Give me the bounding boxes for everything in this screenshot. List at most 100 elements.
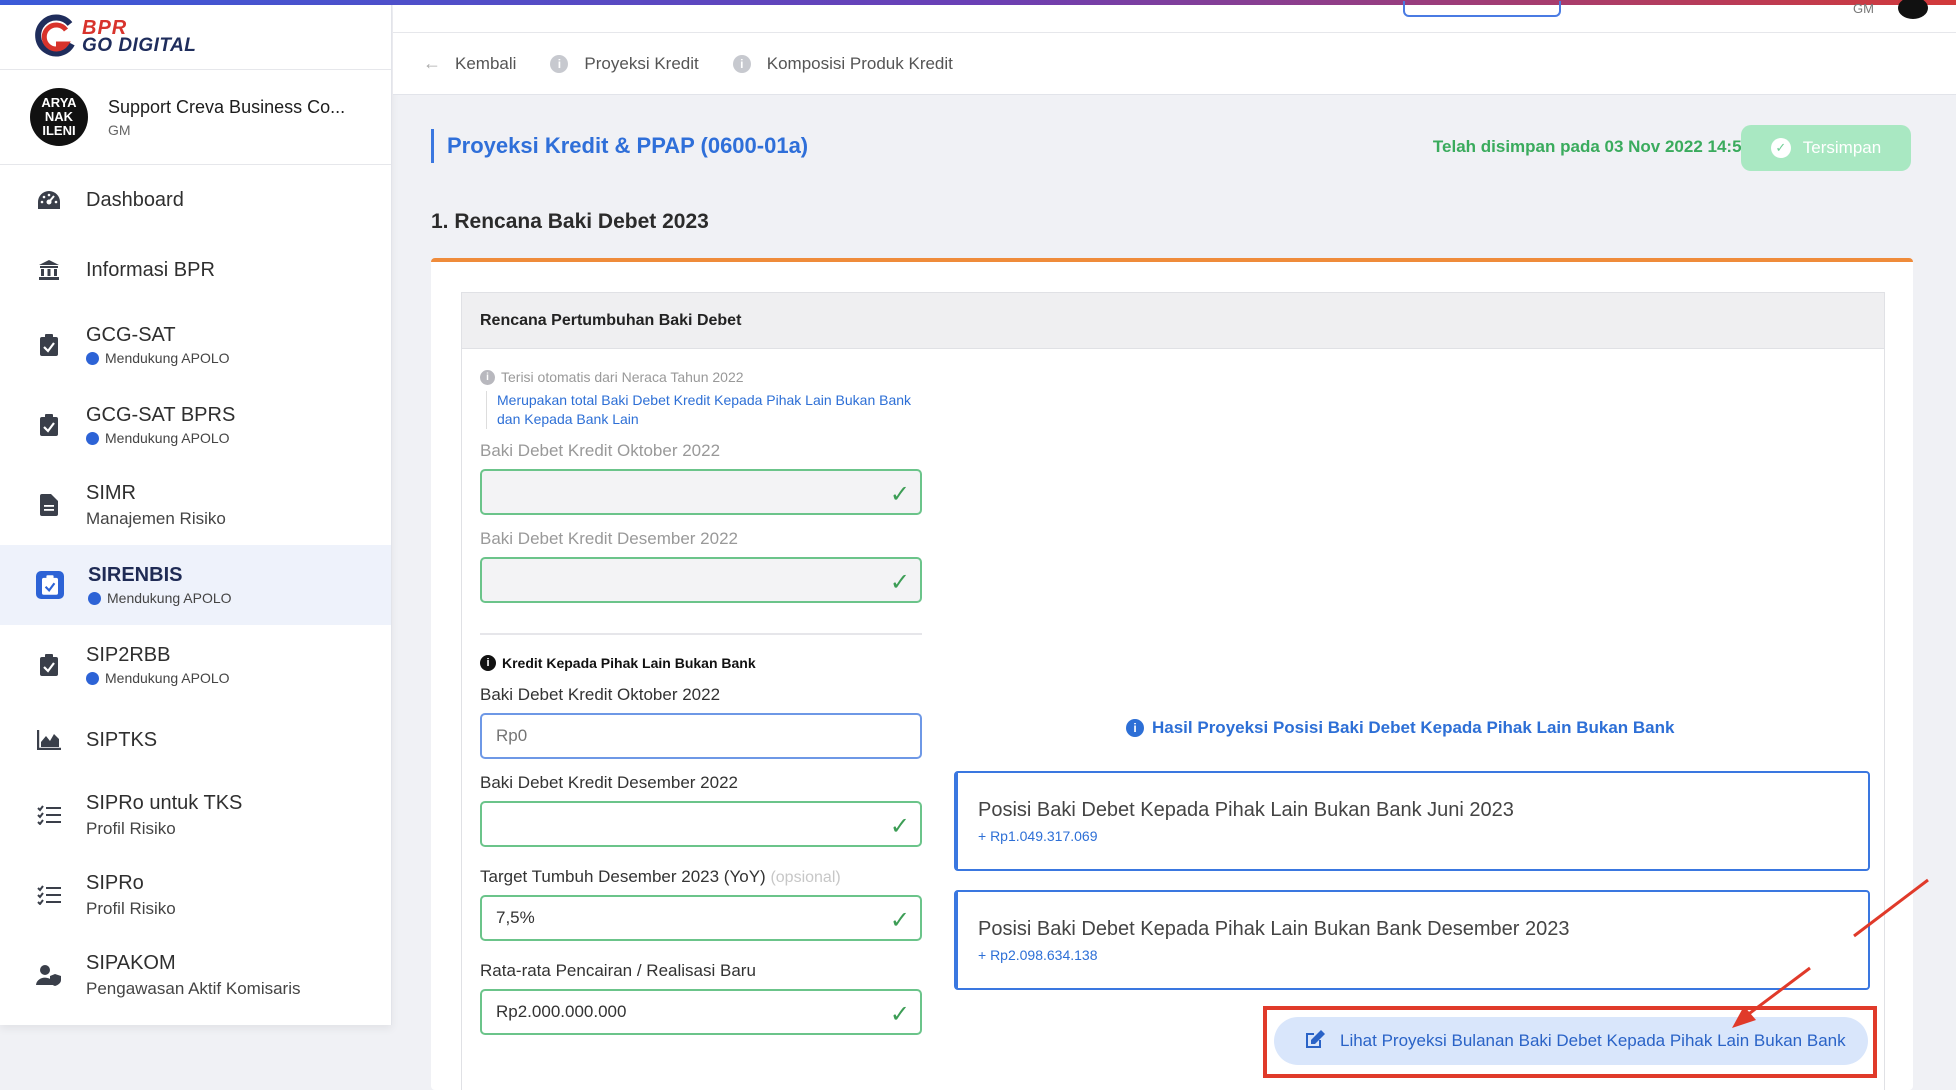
check-icon: ✓	[889, 481, 910, 508]
field-label: Rata-rata Pencairan / Realisasi Baru	[480, 961, 756, 980]
status-dot-icon	[88, 591, 101, 605]
sidebar-item-informasi-bpr[interactable]: Informasi BPR	[0, 235, 391, 305]
bank-building-icon	[36, 257, 62, 283]
clipboard-check-icon	[36, 571, 64, 599]
tab-label: Proyeksi Kredit	[584, 53, 699, 73]
checklist-icon	[36, 802, 62, 828]
optional-label: (opsional)	[770, 869, 841, 886]
user-profile[interactable]: ARYA NAK ILENI Support Creva Business Co…	[0, 70, 391, 165]
field-value: Rp2.000.000.000	[496, 1002, 627, 1021]
sidebar-item-sip2rbb[interactable]: SIP2RBB Mendukung APOLO	[0, 625, 391, 705]
target-label: Target Tumbuh Desember 2023 (YoY)	[480, 867, 766, 886]
sidebar-item-dashboard[interactable]: Dashboard	[0, 165, 391, 235]
kredit-subheading: i Kredit Kepada Pihak Lain Bukan Bank	[480, 655, 922, 671]
area-chart-icon	[36, 727, 62, 753]
info-icon: i	[1126, 719, 1144, 737]
sidebar-item-label: Dashboard	[86, 188, 184, 211]
sidebar-item-label: SIMR	[86, 481, 136, 504]
sidebar-item-sub: Manajemen Risiko	[86, 508, 226, 528]
projection-title: Posisi Baki Debet Kepada Pihak Lain Buka…	[978, 918, 1570, 940]
divider	[480, 633, 922, 635]
info-icon: i	[480, 369, 495, 385]
auto-fill-hint-text: Terisi otomatis dari Neraca Tahun 2022	[501, 369, 744, 385]
sidebar-item-siptks[interactable]: SIPTKS	[0, 705, 391, 775]
saved-button[interactable]: ✓ Tersimpan	[1741, 125, 1911, 171]
sidebar-item-label: GCG-SAT	[86, 324, 176, 346]
growth-panel: Rencana Pertumbuhan Baki Debet i Terisi …	[461, 292, 1885, 1090]
tab-proyeksi-kredit[interactable]: i Proyeksi Kredit	[550, 53, 699, 74]
clipboard-check-icon	[36, 332, 62, 358]
baki-debet-okt-input[interactable]	[480, 713, 922, 759]
top-action-button[interactable]	[1403, 1, 1561, 17]
page-header: Proyeksi Kredit & PPAP (0600-01a) Telah …	[431, 125, 1911, 173]
check-circle-icon: ✓	[1770, 138, 1791, 158]
logo-swirl-icon	[32, 14, 78, 60]
rata-pencairan-input[interactable]: Rp2.000.000.000 ✓	[480, 989, 922, 1035]
page-title: Proyeksi Kredit & PPAP (0600-01a)	[447, 133, 809, 158]
section-title: 1. Rencana Baki Debet 2023	[431, 210, 709, 233]
sidebar-item-simr[interactable]: SIMR Manajemen Risiko	[0, 465, 391, 545]
sidebar-item-gcg-sat-bprs[interactable]: GCG-SAT BPRS Mendukung APOLO	[0, 385, 391, 465]
user-name: Support Creva Business Co...	[108, 96, 346, 117]
breadcrumb: ← Kembali i Proyeksi Kredit i Komposisi …	[393, 33, 1956, 95]
apolo-badge-text: Mendukung APOLO	[105, 350, 230, 366]
logo-text-bottom: GO DIGITAL	[82, 35, 197, 56]
sidebar-item-gcg-sat[interactable]: GCG-SAT Mendukung APOLO	[0, 305, 391, 385]
sidebar-item-label: SIPRo untuk TKS	[86, 791, 243, 814]
sidebar-item-sipro-tks[interactable]: SIPRo untuk TKS Profil Risiko	[0, 775, 391, 855]
field-label: Target Tumbuh Desember 2023 (YoY) (opsio…	[480, 867, 922, 887]
check-icon: ✓	[889, 1001, 910, 1028]
topbar-user-role: GM	[1853, 1, 1874, 16]
title-accent-bar	[431, 129, 434, 163]
check-icon: ✓	[889, 813, 910, 840]
sidebar-item-sipakom[interactable]: SIPAKOM Pengawasan Aktif Komisaris	[0, 935, 391, 1015]
target-growth-input[interactable]: 7,5% ✓	[480, 895, 922, 941]
sidebar-nav: Dashboard Informasi BPR GCG-SAT Mendukun…	[0, 165, 391, 1015]
kredit-subheading-text: Kredit Kepada Pihak Lain Bukan Bank	[502, 655, 756, 671]
baki-debet-des-input[interactable]: ✓	[480, 801, 922, 847]
field-label: Baki Debet Kredit Desember 2022	[480, 773, 738, 792]
check-icon: ✓	[889, 907, 910, 934]
tab-label: Komposisi Produk Kredit	[766, 53, 953, 73]
top-bar: GM	[393, 0, 1956, 33]
field-label: Baki Debet Kredit Oktober 2022	[480, 685, 721, 704]
sidebar-item-label: Informasi BPR	[86, 258, 215, 281]
apolo-badge: Mendukung APOLO	[86, 350, 230, 366]
checklist-icon	[36, 882, 62, 908]
plan-card: Rencana Pertumbuhan Baki Debet i Terisi …	[431, 258, 1913, 1090]
check-icon: ✓	[889, 569, 910, 596]
back-link[interactable]: ← Kembali	[423, 53, 516, 74]
form-column: i Terisi otomatis dari Neraca Tahun 2022…	[480, 369, 922, 1035]
auto-fill-note: Merupakan total Baki Debet Kredit Kepada…	[486, 391, 916, 429]
clipboard-check-icon	[36, 412, 62, 438]
panel-title: Rencana Pertumbuhan Baki Debet	[462, 293, 1884, 349]
user-role: GM	[108, 121, 131, 138]
arrow-left-icon: ←	[423, 53, 441, 73]
status-dot-icon	[86, 431, 99, 445]
sidebar-item-sirenbis[interactable]: SIRENBIS Mendukung APOLO	[0, 545, 391, 625]
projection-box-juni: Posisi Baki Debet Kepada Pihak Lain Buka…	[954, 771, 1870, 871]
saved-button-label: Tersimpan	[1802, 138, 1882, 157]
sidebar-item-label: GCG-SAT BPRS	[86, 404, 236, 426]
app-logo[interactable]: BPR GO DIGITAL	[0, 5, 391, 70]
edit-icon	[1304, 1029, 1326, 1054]
topbar-avatar[interactable]	[1898, 0, 1928, 19]
apolo-badge: Mendukung APOLO	[86, 430, 235, 446]
result-heading-text: Hasil Proyeksi Posisi Baki Debet Kepada …	[1152, 718, 1675, 737]
field-value: 7,5%	[496, 908, 535, 927]
status-dot-icon	[86, 671, 99, 685]
field-label: Baki Debet Kredit Desember 2022	[480, 529, 738, 548]
info-icon: i	[550, 54, 569, 73]
main-content: GM ← Kembali i Proyeksi Kredit i Komposi…	[393, 0, 1956, 1090]
tab-komposisi-produk-kredit[interactable]: i Komposisi Produk Kredit	[732, 53, 953, 74]
projection-value: + Rp1.049.317.069	[978, 828, 1098, 844]
sidebar-item-label: SIPTKS	[86, 728, 158, 751]
apolo-badge-text: Mendukung APOLO	[107, 590, 232, 606]
projection-title: Posisi Baki Debet Kepada Pihak Lain Buka…	[978, 799, 1514, 821]
sidebar-item-sipro[interactable]: SIPRo Profil Risiko	[0, 855, 391, 935]
avatar-text: ARYA NAK ILENI	[41, 95, 77, 138]
view-monthly-projection-button[interactable]: Lihat Proyeksi Bulanan Baki Debet Kepada…	[1274, 1017, 1868, 1065]
back-label: Kembali	[455, 53, 517, 73]
apolo-badge: Mendukung APOLO	[86, 670, 230, 686]
apolo-badge-text: Mendukung APOLO	[105, 670, 230, 686]
